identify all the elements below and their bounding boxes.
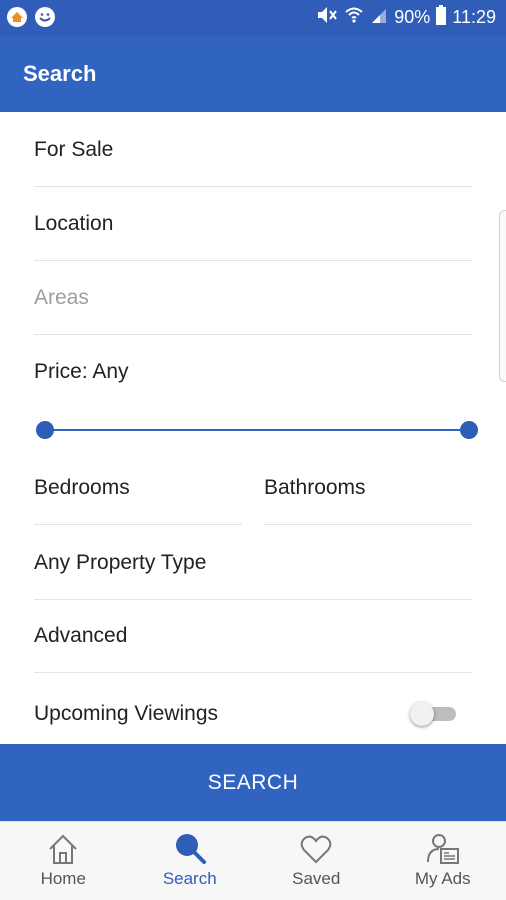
- app-bar: Search: [0, 36, 506, 112]
- heart-icon: [299, 832, 333, 866]
- upcoming-viewings-row: Upcoming Viewings: [34, 677, 472, 750]
- nav-search[interactable]: Search: [127, 822, 254, 900]
- bathrooms-label: Bathrooms: [264, 475, 366, 499]
- smiley-notification-icon: [34, 6, 56, 33]
- nav-saved[interactable]: Saved: [253, 822, 380, 900]
- price-row: Price: Any: [34, 335, 472, 408]
- slider-track: [44, 429, 470, 431]
- mute-icon: [316, 5, 338, 30]
- areas-select[interactable]: Areas: [34, 261, 472, 335]
- nav-my-ads-label: My Ads: [414, 869, 471, 888]
- page-title: Search: [23, 61, 97, 86]
- listing-type-select[interactable]: For Sale: [34, 113, 472, 187]
- property-type-value: Any Property Type: [34, 550, 207, 574]
- advanced-label: Advanced: [34, 623, 128, 647]
- screen: 90% 11:29 Search For Sale Location Areas…: [0, 0, 506, 900]
- clock: 11:29: [452, 7, 496, 27]
- location-value: Location: [34, 211, 114, 235]
- nav-saved-label: Saved: [292, 869, 341, 888]
- battery-icon: [436, 5, 447, 30]
- nav-home-label: Home: [40, 869, 86, 888]
- status-bar: 90% 11:29: [0, 0, 506, 36]
- battery-percentage: 90%: [394, 7, 431, 27]
- price-range-slider[interactable]: [36, 419, 478, 441]
- home-icon: [46, 832, 80, 866]
- nav-search-label: Search: [162, 869, 217, 888]
- status-notifications: [6, 6, 56, 33]
- advanced-options[interactable]: Advanced: [34, 599, 472, 673]
- bathrooms-select[interactable]: Bathrooms: [264, 451, 472, 525]
- my-ads-icon: [426, 832, 460, 866]
- status-system: 90% 11:29: [316, 5, 496, 30]
- price-label: Price: Any: [34, 359, 129, 383]
- bottom-navigation: Home Search Saved My Ads: [0, 821, 506, 900]
- nav-home[interactable]: Home: [0, 822, 127, 900]
- listing-type-value: For Sale: [34, 137, 114, 161]
- price-max-thumb[interactable]: [460, 421, 478, 439]
- search-button[interactable]: SEARCH: [0, 744, 506, 821]
- nav-my-ads[interactable]: My Ads: [380, 822, 506, 900]
- wifi-icon: [344, 5, 364, 30]
- price-min-thumb[interactable]: [36, 421, 54, 439]
- search-icon: [173, 832, 207, 866]
- toggle-thumb: [410, 702, 434, 726]
- bedrooms-select[interactable]: Bedrooms: [34, 451, 242, 525]
- scroll-indicator[interactable]: [499, 210, 506, 382]
- signal-icon: [370, 5, 388, 30]
- location-select[interactable]: Location: [34, 187, 472, 261]
- property-type-select[interactable]: Any Property Type: [34, 526, 472, 600]
- areas-placeholder: Areas: [34, 285, 89, 309]
- upcoming-viewings-toggle[interactable]: [410, 702, 458, 726]
- bedrooms-label: Bedrooms: [34, 475, 130, 499]
- upcoming-viewings-label: Upcoming Viewings: [34, 701, 219, 725]
- app-notification-icon: [6, 6, 28, 33]
